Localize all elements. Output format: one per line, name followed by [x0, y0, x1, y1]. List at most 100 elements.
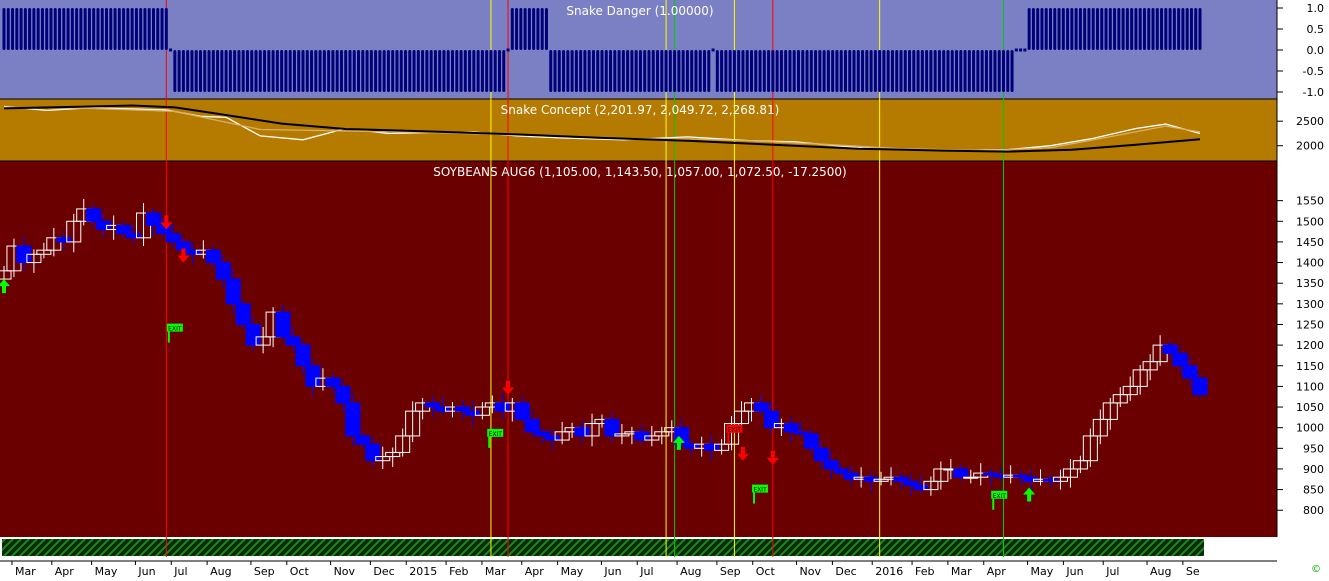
danger-bar: [861, 50, 865, 92]
danger-bar: [1002, 50, 1006, 92]
candle-body: [753, 402, 769, 412]
danger-bar: [955, 50, 959, 92]
danger-bar: [75, 8, 79, 50]
danger-bar: [848, 50, 852, 92]
danger-bar: [562, 50, 566, 92]
danger-bar: [920, 50, 924, 92]
danger-bar: [741, 50, 745, 92]
danger-bar: [1108, 8, 1112, 50]
danger-bar: [685, 50, 689, 92]
danger-bar: [40, 8, 44, 50]
date-axis-label: Oct: [290, 565, 310, 577]
danger-bar: [463, 50, 467, 92]
price-axis-tick-label: 1250: [1296, 318, 1324, 331]
danger-bar: [690, 50, 694, 92]
danger-bar: [1100, 8, 1104, 50]
danger-bar: [429, 50, 433, 92]
danger-bar: [967, 50, 971, 92]
danger-bar: [284, 50, 288, 92]
danger-bar: [451, 50, 454, 92]
price-axis-tick-label: 1200: [1296, 339, 1324, 352]
danger-bar: [126, 8, 130, 50]
danger-bar: [925, 50, 929, 92]
danger-bar: [694, 50, 698, 92]
danger-bar: [6, 8, 10, 50]
danger-bar: [703, 50, 707, 92]
danger-bar: [177, 50, 181, 92]
candle-body: [56, 237, 72, 243]
danger-bar: [656, 50, 660, 92]
danger-bar: [1061, 8, 1065, 50]
danger-bar: [357, 50, 361, 92]
danger-bar: [1121, 8, 1125, 50]
danger-bar: [668, 50, 672, 92]
candle-body: [245, 323, 261, 346]
danger-bar: [194, 50, 198, 92]
danger-bar: [553, 50, 557, 92]
danger-bar: [591, 50, 595, 92]
danger-bar: [899, 50, 903, 92]
danger-bar: [720, 50, 724, 92]
danger-bar: [873, 50, 877, 92]
exit-tag-label: EXIT: [728, 427, 742, 434]
danger-bar: [297, 50, 301, 92]
danger-bar: [15, 8, 19, 50]
candle-body: [514, 402, 530, 420]
danger-axis-tick-label: -0.5: [1303, 65, 1324, 78]
danger-bar: [49, 8, 53, 50]
danger-bar: [395, 50, 399, 92]
danger-bar: [1104, 8, 1108, 50]
danger-bar: [801, 50, 805, 92]
danger-bar: [826, 50, 830, 92]
danger-bar: [369, 50, 373, 92]
danger-bar: [596, 50, 600, 92]
danger-bar: [211, 50, 215, 92]
danger-bar: [301, 50, 305, 92]
danger-bar: [732, 50, 736, 92]
danger-bar: [28, 8, 32, 50]
candle-body: [305, 365, 321, 387]
danger-bar: [822, 50, 826, 92]
danger-bar: [583, 50, 587, 92]
candle-body: [275, 311, 291, 338]
danger-bar: [579, 50, 583, 92]
danger-bar: [480, 50, 484, 92]
danger-bar: [344, 50, 348, 92]
date-axis-label: May: [561, 565, 584, 577]
danger-bar: [493, 50, 497, 92]
danger-bar: [476, 50, 480, 92]
danger-bar: [903, 50, 907, 92]
danger-dot: [1019, 48, 1023, 52]
danger-bar: [228, 50, 232, 92]
danger-bar: [147, 8, 151, 50]
candle-body: [235, 303, 251, 325]
danger-bar: [609, 50, 613, 92]
danger-bar: [527, 8, 531, 50]
danger-bar: [677, 50, 681, 92]
danger-bar: [638, 50, 642, 92]
danger-bar: [643, 50, 647, 92]
danger-bar: [1066, 8, 1070, 50]
danger-dot: [169, 48, 173, 52]
danger-bar: [143, 8, 147, 50]
danger-bar: [715, 50, 719, 92]
danger-axis-tick-label: -1.0: [1303, 86, 1324, 99]
danger-bar: [1095, 8, 1099, 50]
chart-svg: EXIT EXIT EXIT EXIT EXIT 1.0 0.5 0.0 -0.5 -1.0 25…: [0, 0, 1329, 578]
danger-bar: [1147, 8, 1151, 50]
danger-bar: [198, 50, 202, 92]
candle-body: [953, 468, 969, 478]
copyright-icon: ©: [1311, 564, 1321, 575]
candle-body: [295, 344, 311, 367]
chart-stage: EXIT EXIT EXIT EXIT EXIT 1.0 0.5 0.0 -0.5 -1.0 25…: [0, 0, 1329, 578]
price-axis-tick-label: 1450: [1296, 236, 1324, 249]
candle-body: [574, 427, 590, 437]
date-axis-label: Feb: [915, 565, 934, 577]
danger-bar: [1181, 8, 1185, 50]
danger-bar: [916, 50, 920, 92]
danger-dot: [1014, 48, 1018, 52]
danger-bar: [263, 50, 267, 92]
danger-bar: [100, 8, 104, 50]
date-axis: [0, 557, 1277, 577]
danger-bar: [544, 8, 548, 50]
